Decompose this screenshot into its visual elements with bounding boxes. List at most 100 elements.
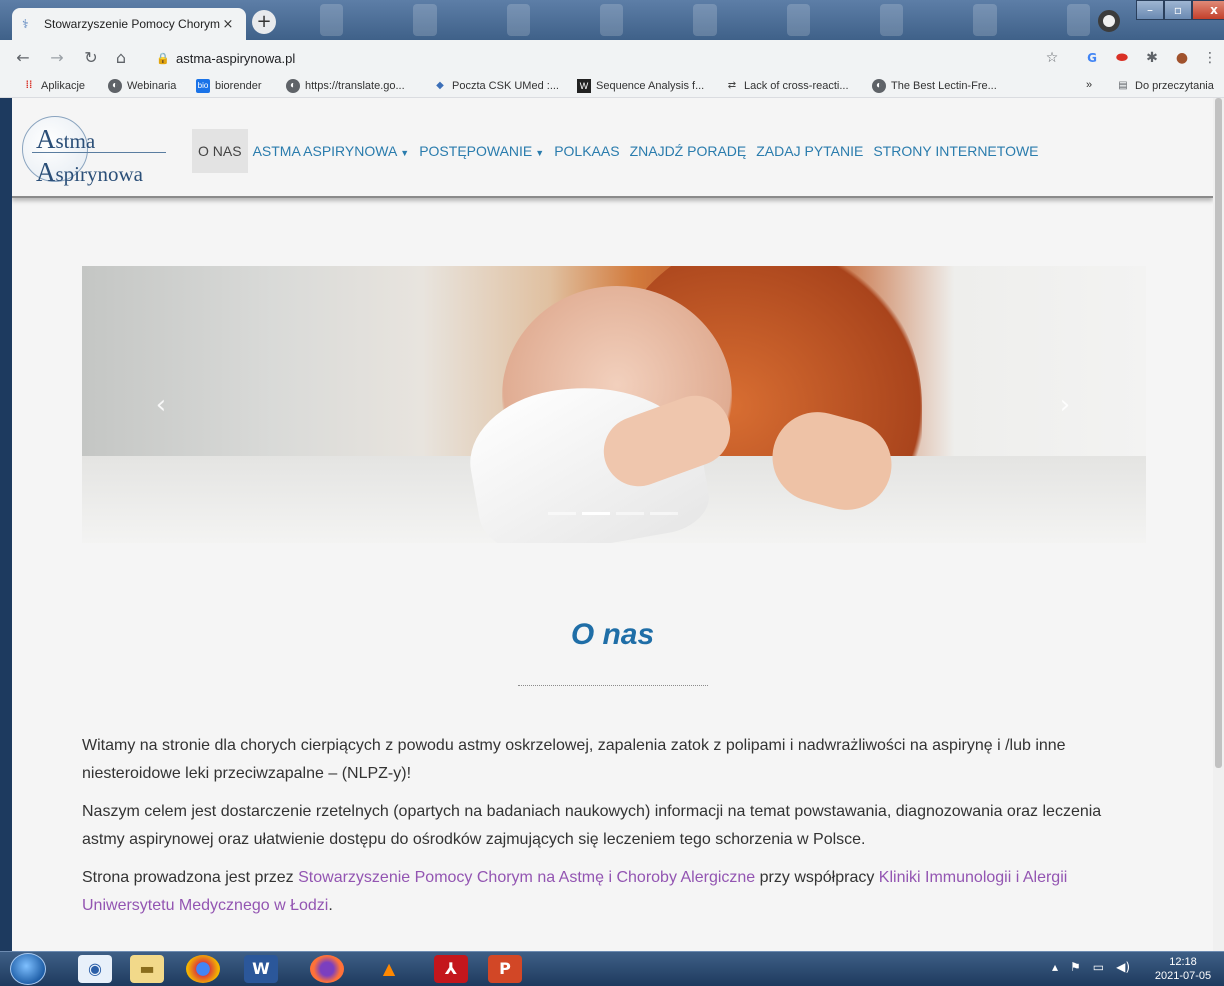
maximize-button[interactable]: ▫ [1164,0,1192,20]
bookmark-lectin-free[interactable]: ◐ The Best Lectin-Fre... [872,79,997,93]
mail-icon: ◆ [436,80,444,91]
bookmarks-bar: ⁞⁞ Aplikacje ◐ Webinaria bio biorender ◐… [0,76,1224,98]
hero-carousel[interactable]: ‹ › [82,266,1146,543]
address-bar[interactable]: 🔒 astma-aspirynowa.pl [150,45,1080,71]
globe-icon: ◐ [872,79,886,93]
tab-close-icon[interactable]: × [220,17,236,32]
bookmarks-overflow-button[interactable]: » [1086,79,1092,91]
chrome-account-icon[interactable] [1098,10,1120,32]
forward-arrow-icon[interactable]: → [46,48,68,70]
page-scrollbar[interactable] [1213,98,1224,951]
caret-down-icon: ▼ [400,148,410,158]
vlc-icon[interactable]: ▲ [372,955,406,983]
file-explorer-icon[interactable]: ▬ [130,955,164,983]
nav-label: POSTĘPOWANIE [419,143,533,159]
nav-item-astma-aspirynowa[interactable]: ASTMA ASPIRYNOWA ▼ [248,129,415,173]
system-clock[interactable]: 12:18 2021-07-05 [1148,955,1218,983]
bookmark-lack-of-cross[interactable]: ⇄ Lack of cross-reacti... [725,79,849,93]
window-titlebar: ⚕ Stowarzyszenie Pomocy Chorym × + – ▫ x [0,0,1224,40]
carousel-indicator[interactable] [650,512,678,515]
reading-list-label: Do przeczytania [1135,80,1214,92]
translate-extension-icon[interactable]: G [1082,48,1102,68]
acrobat-icon[interactable]: ⅄ [434,955,468,983]
nav-item-znajdz-porade[interactable]: ZNAJDŹ PORADĘ [625,129,752,173]
biorender-icon: bio [196,79,210,93]
bookmark-label: Lack of cross-reacti... [744,80,849,92]
globe-icon: ◐ [108,79,122,93]
tab-title: Stowarzyszenie Pomocy Chorym [44,17,220,31]
volume-icon[interactable]: ◀) [1116,960,1130,974]
action-center-flag-icon[interactable]: ⚑ [1070,960,1081,974]
nav-item-o-nas[interactable]: O NAS [192,129,248,173]
bookmark-label: biorender [215,80,262,92]
title-divider [518,685,708,686]
nav-item-postepowanie[interactable]: POSTĘPOWANIE ▼ [414,129,549,173]
caret-down-icon: ▼ [535,148,545,158]
nav-item-zadaj-pytanie[interactable]: ZADAJ PYTANIE [751,129,868,173]
paragraph-organizers: Strona prowadzona jest przez Stowarzysze… [82,864,1148,920]
carousel-indicator[interactable] [616,512,644,515]
bookmark-aplikacje[interactable]: ⁞⁞ Aplikacje [22,79,85,93]
site-favicon-icon: ⚕ [22,17,29,31]
paragraph-text: przy współpracy [755,869,879,886]
apps-grid-icon: ⁞⁞ [25,80,33,91]
clock-date: 2021-07-05 [1154,970,1212,982]
carousel-prev-icon[interactable]: ‹ [146,390,176,420]
chrome-menu-icon[interactable]: ⋮ [1200,48,1220,68]
bookmark-label: Poczta CSK UMed :... [452,80,559,92]
browser-tab[interactable]: ⚕ Stowarzyszenie Pomocy Chorym × [12,8,246,40]
tray-expand-icon[interactable]: ▴ [1052,960,1058,974]
close-window-button[interactable]: x [1192,0,1224,20]
nav-label: ZADAJ PYTANIE [756,143,864,159]
carousel-indicator[interactable] [548,512,576,515]
network-icon[interactable]: ▭ [1093,960,1104,974]
bookmark-biorender[interactable]: bio biorender [196,79,261,93]
site-header: Astma Aspirynowa O NAS ASTMA ASPIRYNOWA ▼… [12,98,1213,198]
association-link[interactable]: Stowarzyszenie Pomocy Chorym na Astmę i … [298,869,755,886]
nav-label: ZNAJDŹ PORADĘ [629,143,747,159]
word-icon[interactable]: W [244,955,278,983]
home-icon[interactable]: ⌂ [110,48,132,70]
chevron-double-right-icon: » [1086,79,1093,91]
bookmark-webinaria[interactable]: ◐ Webinaria [108,79,176,93]
back-arrow-icon[interactable]: ← [12,48,34,70]
scrollbar-thumb[interactable] [1215,98,1222,768]
lock-icon: 🔒 [156,52,170,65]
nav-label: ASTMA ASPIRYNOWA [252,143,398,159]
nav-label: POLKAAS [554,143,620,159]
logo-text-line1: Astma [36,124,96,154]
bookmark-poczta[interactable]: ◆ Poczta CSK UMed :... [433,79,559,93]
powerpoint-icon[interactable]: P [488,955,522,983]
nav-item-strony-internetowe[interactable]: STRONY INTERNETOWE [868,129,1043,173]
bookmark-star-icon[interactable]: ☆ [1042,48,1062,68]
background-window-thumbnails [290,4,1090,40]
minimize-button[interactable]: – [1136,0,1164,20]
reading-list-button[interactable]: ▤ Do przeczytania [1116,79,1214,93]
profile-avatar-icon[interactable]: ● [1172,48,1192,68]
logo-text-line2: Aspirynowa [36,157,143,187]
thunderbird-icon[interactable]: ◉ [78,955,112,983]
extensions-puzzle-icon[interactable]: ✱ [1142,48,1162,68]
nav-label: STRONY INTERNETOWE [873,143,1039,159]
paragraph-text: . [328,897,333,914]
intro-text: Witamy na stronie dla chorych cierpiącyc… [82,732,1148,930]
url-text: astma-aspirynowa.pl [176,50,296,66]
globe-icon: ◐ [286,79,300,93]
nav-label: O NAS [198,143,242,159]
carousel-indicator-active[interactable] [582,512,610,515]
bookmark-translate[interactable]: ◐ https://translate.go... [286,79,405,93]
carousel-next-icon[interactable]: › [1050,390,1080,420]
firefox-icon[interactable] [310,955,344,983]
bookmark-sequence-analysis[interactable]: W Sequence Analysis f... [577,79,704,93]
new-tab-button[interactable]: + [252,10,276,34]
chrome-icon[interactable] [186,955,220,983]
site-logo[interactable]: Astma Aspirynowa [22,116,172,188]
start-orb-icon[interactable] [10,953,46,985]
paragraph-welcome: Witamy na stronie dla chorych cierpiącyc… [82,737,1066,782]
extension-red-icon[interactable]: ⬬ [1112,48,1132,68]
bookmark-label: Sequence Analysis f... [596,80,705,92]
nav-item-polkaas[interactable]: POLKAAS [549,129,624,173]
bookmark-label: Webinaria [127,80,177,92]
reload-icon[interactable]: ↻ [80,48,102,70]
bookmark-label: https://translate.go... [305,80,405,92]
